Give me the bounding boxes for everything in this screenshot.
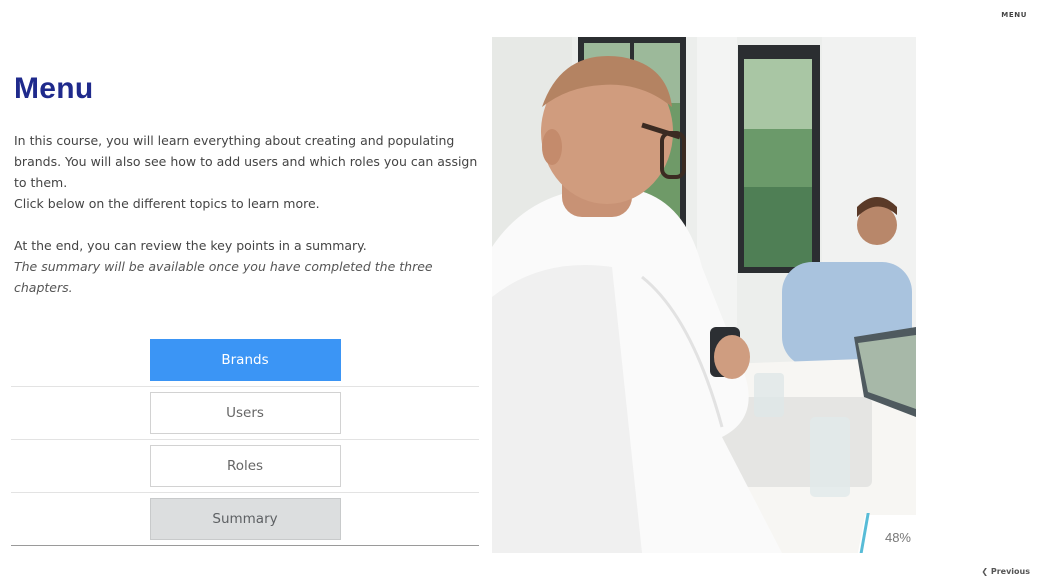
menu-row-users: Users — [11, 387, 479, 440]
menu-row-roles: Roles — [11, 440, 479, 493]
page-title: Menu — [14, 72, 94, 105]
office-scene-illustration — [492, 37, 916, 553]
summary-button[interactable]: Summary — [149, 498, 341, 540]
topic-menu: Brands Users Roles Summary — [11, 334, 479, 546]
intro-line-4: The summary will be available once you h… — [14, 259, 433, 295]
progress-percentage: 48% — [884, 530, 911, 545]
roles-button[interactable]: Roles — [149, 445, 341, 487]
intro-line-3: At the end, you can review the key point… — [14, 238, 367, 253]
menu-row-summary: Summary — [11, 493, 479, 546]
intro-line-1: In this course, you will learn everythin… — [14, 133, 478, 190]
previous-button[interactable]: ❮ Previous — [981, 567, 1030, 576]
users-button[interactable]: Users — [149, 392, 341, 434]
menu-toggle-button[interactable]: MENU — [1001, 11, 1027, 19]
menu-row-brands: Brands — [11, 334, 479, 387]
intro-text: In this course, you will learn everythin… — [14, 130, 479, 298]
intro-line-2: Click below on the different topics to l… — [14, 196, 320, 211]
course-photo: 48% — [492, 37, 916, 553]
brands-button[interactable]: Brands — [149, 339, 341, 381]
